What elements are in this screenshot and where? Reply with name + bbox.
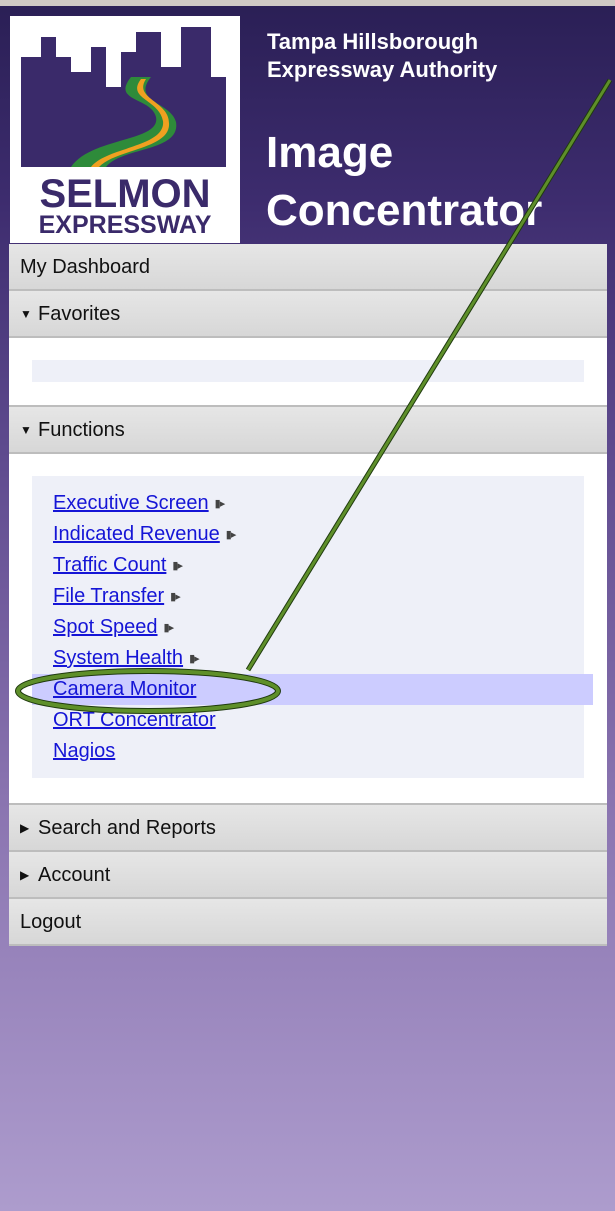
function-link-ort-concentrator[interactable]: ORT Concentrator [53,709,216,731]
function-link-nagios[interactable]: Nagios [53,740,115,762]
function-item-system-health: System Health ▮▸ [53,643,573,674]
nav-favorites-label: Favorites [38,302,121,325]
nav-logout-label: Logout [20,910,82,933]
nav-search-and-reports-label: Search and Reports [38,816,216,839]
triangle-down-icon: ▼ [20,306,32,321]
function-item-nagios: Nagios [53,736,573,767]
nav-functions[interactable]: ▼ Functions [9,407,607,454]
function-link-camera-monitor[interactable]: Camera Monitor [53,678,196,700]
nav-logout[interactable]: Logout [9,899,607,946]
function-link-system-health[interactable]: System Health [53,647,183,669]
function-item-camera-monitor: Camera Monitor [32,674,593,705]
functions-panel: Executive Screen ▮▸ Indicated Revenue ▮▸ T… [9,454,607,805]
nav-search-and-reports[interactable]: ▶ Search and Reports [9,805,607,852]
functions-list-box: Executive Screen ▮▸ Indicated Revenue ▮▸ T… [32,476,593,778]
header: SELMON EXPRESSWAY Tampa Hillsborough Exp… [0,6,615,243]
function-link-traffic-count[interactable]: Traffic Count [53,554,166,576]
nav-my-dashboard[interactable]: My Dashboard [9,244,607,291]
nav-account[interactable]: ▶ Account [9,852,607,899]
selmon-expressway-logo: SELMON EXPRESSWAY [10,16,240,243]
submenu-arrow-icon[interactable]: ▮▸ [226,520,237,551]
triangle-right-icon: ▶ [20,820,30,835]
organization-title: Tampa Hillsborough Expressway Authority [267,28,607,84]
nav-my-dashboard-label: My Dashboard [20,255,151,278]
function-item-traffic-count: Traffic Count ▮▸ [53,550,573,581]
sidebar-nav: My Dashboard ▼ Favorites ▼ Functions Exe… [9,244,607,946]
org-line-2: Expressway Authority [267,57,498,82]
function-link-executive-screen[interactable]: Executive Screen [53,492,209,514]
logo-text-expressway: EXPRESSWAY [39,211,212,239]
submenu-arrow-icon[interactable]: ▮▸ [189,644,200,675]
nav-favorites[interactable]: ▼ Favorites [9,291,607,338]
function-item-indicated-revenue: Indicated Revenue ▮▸ [53,519,573,550]
submenu-arrow-icon[interactable]: ▮▸ [215,489,226,520]
app-title: Image Concentrator [266,124,611,240]
function-link-spot-speed[interactable]: Spot Speed [53,616,158,638]
submenu-arrow-icon[interactable]: ▮▸ [170,582,181,613]
function-item-ort-concentrator: ORT Concentrator [53,705,573,736]
favorites-panel [9,338,607,407]
function-item-spot-speed: Spot Speed ▮▸ [53,612,573,643]
submenu-arrow-icon[interactable]: ▮▸ [164,613,175,644]
functions-list: Executive Screen ▮▸ Indicated Revenue ▮▸ T… [32,488,593,767]
nav-account-label: Account [38,863,111,886]
nav-functions-label: Functions [38,418,125,441]
function-item-executive-screen: Executive Screen ▮▸ [53,488,573,519]
function-item-file-transfer: File Transfer ▮▸ [53,581,573,612]
logo-text-selmon: SELMON [39,172,210,216]
favorites-list [32,360,584,382]
function-link-file-transfer[interactable]: File Transfer [53,585,164,607]
app-title-line-2: Concentrator [266,186,543,235]
submenu-arrow-icon[interactable]: ▮▸ [172,551,183,582]
function-link-indicated-revenue[interactable]: Indicated Revenue [53,523,220,545]
triangle-down-icon: ▼ [20,422,32,437]
app-title-line-1: Image [266,128,394,177]
triangle-right-icon: ▶ [20,867,30,882]
org-line-1: Tampa Hillsborough [267,29,479,54]
